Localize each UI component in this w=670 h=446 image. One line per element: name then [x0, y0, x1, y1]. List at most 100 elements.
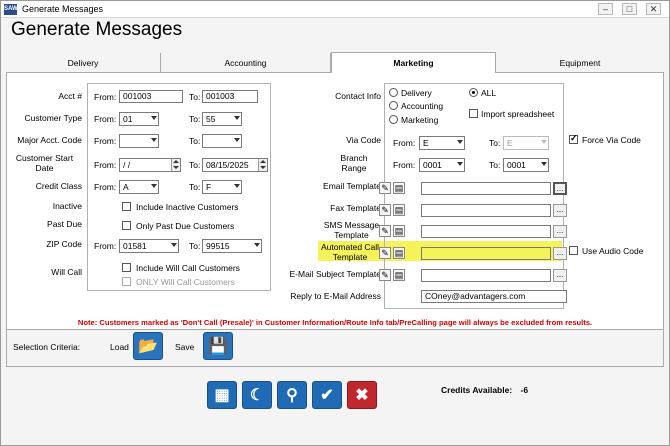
tab-marketing[interactable]: Marketing	[331, 52, 496, 73]
contact-delivery-radio[interactable]	[389, 88, 398, 97]
contact-all-radio[interactable]	[469, 88, 478, 97]
via-code-from-label: From:	[393, 138, 416, 148]
grid-view-button[interactable]: ▦	[207, 381, 237, 409]
branch-to-value: 0001	[507, 160, 526, 170]
template-list-icon[interactable]: ▤	[393, 182, 405, 194]
fax-template-label: Fax Template	[330, 203, 381, 213]
force-via-code-checkbox[interactable]	[569, 133, 578, 144]
only-will-call-checkbox[interactable]	[122, 277, 131, 286]
reply-to-input[interactable]: COney@advantagers.com	[421, 290, 567, 303]
save-button[interactable]: 💾	[203, 332, 233, 360]
edit-template-icon[interactable]: ✎	[379, 247, 391, 259]
include-inactive-checkbox[interactable]	[122, 202, 131, 211]
include-inactive-text: Include Inactive Customers	[136, 202, 239, 212]
email-subject-input[interactable]	[421, 269, 551, 282]
major-acct-from-select[interactable]	[119, 134, 159, 148]
credit-class-from-select[interactable]: A	[119, 180, 159, 194]
start-date-from-value: / /	[123, 160, 131, 170]
credit-class-from-value: A	[123, 182, 129, 192]
import-spreadsheet-text: Import spreadsheet	[481, 109, 555, 119]
fax-template-input[interactable]	[421, 204, 551, 217]
close-icon: ✖	[355, 387, 369, 404]
only-past-due-text: Only Past Due Customers	[136, 221, 235, 231]
exclusion-note: Note: Customers marked as 'Don't Call (P…	[77, 318, 593, 327]
tab-accounting[interactable]: Accounting	[161, 53, 331, 73]
include-will-call-checkbox[interactable]	[122, 263, 131, 272]
customer-type-to-select[interactable]: 55	[202, 112, 242, 126]
left-criteria-group: From: 001003 To: 001003 From: 01 To: 55 …	[87, 83, 271, 291]
customer-type-from-value: 01	[123, 114, 133, 124]
acct-from-label: From:	[94, 92, 117, 102]
right-criteria-group: Delivery Accounting Marketing ALL Import…	[379, 83, 567, 309]
contact-marketing-radio[interactable]	[389, 115, 398, 124]
zip-to-select[interactable]: 99515	[202, 239, 262, 253]
spinner-icon[interactable]	[258, 159, 267, 171]
start-date-to-input[interactable]: 08/15/2025	[202, 158, 268, 172]
sms-template-input[interactable]	[421, 225, 551, 238]
marketing-panel: Acct # Customer Type Major Acct. Code Cu…	[6, 73, 664, 333]
clear-night-button[interactable]: ☾	[242, 381, 272, 409]
fax-template-browse-button[interactable]: ...	[553, 204, 567, 217]
template-list-icon[interactable]: ▤	[393, 204, 405, 216]
contact-accounting-radio[interactable]	[389, 101, 398, 110]
minimize-button[interactable]: –	[598, 3, 613, 15]
chevron-down-icon	[541, 162, 547, 166]
contact-delivery-text: Delivery	[401, 88, 432, 98]
via-code-to-value: E	[507, 138, 513, 148]
chevron-down-icon	[171, 243, 177, 247]
spinner-icon[interactable]	[171, 159, 180, 171]
load-button[interactable]: 📂	[133, 332, 163, 360]
use-audio-code-text: Use Audio Code	[582, 246, 644, 256]
template-list-icon[interactable]: ▤	[393, 269, 405, 281]
cancel-button[interactable]: ✖	[347, 381, 377, 409]
ok-button[interactable]: ✔	[312, 381, 342, 409]
chevron-down-icon	[234, 184, 240, 188]
automated-call-label: Automated Call Template	[320, 242, 380, 262]
edit-template-icon[interactable]: ✎	[379, 182, 391, 194]
template-list-icon[interactable]: ▤	[393, 247, 405, 259]
chevron-down-icon	[151, 184, 157, 188]
via-code-from-select[interactable]: E	[419, 136, 465, 150]
search-button[interactable]: ⚲	[277, 381, 307, 409]
start-date-from-input[interactable]: / /	[119, 158, 181, 172]
branch-from-select[interactable]: 0001	[419, 158, 465, 172]
credit-class-to-select[interactable]: F	[202, 180, 242, 194]
zip-code-label: ZIP Code	[46, 239, 82, 249]
close-button[interactable]: ✕	[646, 3, 661, 15]
acct-to-input[interactable]: 001003	[202, 90, 258, 103]
edit-template-icon[interactable]: ✎	[379, 204, 391, 216]
automated-call-browse-button[interactable]: ...	[553, 247, 567, 260]
branch-to-select[interactable]: 0001	[503, 158, 549, 172]
contact-accounting-text: Accounting	[401, 101, 444, 111]
email-subject-browse-button[interactable]: ...	[553, 269, 567, 282]
tab-equipment[interactable]: Equipment	[496, 53, 664, 73]
chevron-down-icon	[457, 162, 463, 166]
use-audio-code-checkbox[interactable]	[569, 246, 578, 255]
zip-from-select[interactable]: 01581	[119, 239, 179, 253]
via-code-to-label: To:	[489, 138, 501, 148]
zip-to-value: 99515	[206, 241, 230, 251]
tab-bar: Delivery Accounting Marketing Equipment	[6, 52, 664, 73]
maximize-button[interactable]: □	[622, 3, 637, 15]
template-list-icon[interactable]: ▤	[393, 225, 405, 237]
automated-call-template-input[interactable]	[421, 247, 551, 260]
edit-template-icon[interactable]: ✎	[379, 225, 391, 237]
will-call-label: Will Call	[51, 267, 82, 277]
selection-criteria-bar: Selection Criteria: Load 📂 Save 💾	[6, 329, 664, 367]
tab-delivery[interactable]: Delivery	[6, 53, 161, 73]
edit-template-icon[interactable]: ✎	[379, 269, 391, 281]
email-template-input[interactable]	[421, 182, 551, 195]
sms-template-label: SMS Message Template	[323, 220, 380, 240]
major-acct-to-select[interactable]	[202, 134, 242, 148]
sms-template-browse-button[interactable]: ...	[553, 225, 567, 238]
import-spreadsheet-checkbox[interactable]	[469, 109, 478, 118]
via-code-to-select[interactable]: E	[503, 136, 549, 150]
email-template-browse-button[interactable]: ...	[553, 182, 567, 195]
customer-type-from-select[interactable]: 01	[119, 112, 159, 126]
checkmark-icon: ✔	[320, 387, 334, 404]
only-past-due-checkbox[interactable]	[122, 221, 131, 230]
moon-stars-icon: ☾	[249, 387, 265, 404]
include-will-call-text: Include Will Call Customers	[136, 263, 240, 273]
major-acct-from-label: From:	[94, 136, 117, 146]
acct-from-input[interactable]: 001003	[119, 90, 183, 103]
